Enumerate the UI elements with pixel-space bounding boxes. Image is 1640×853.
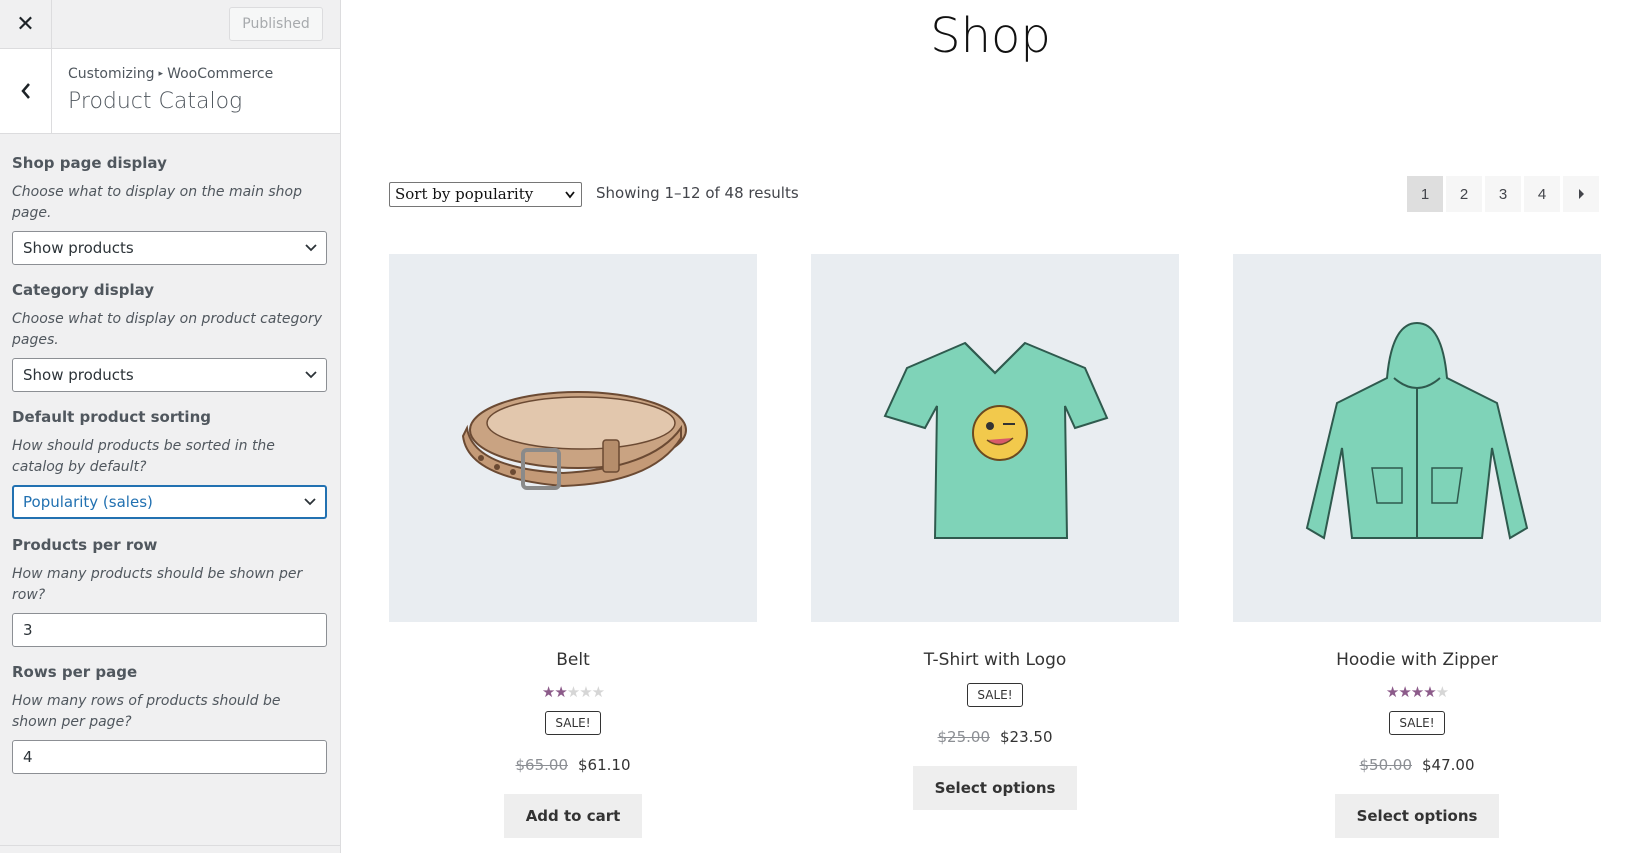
site-preview: Shop Sort by popularity Showing 1–12 of … — [341, 0, 1640, 853]
products-per-row-control: Products per row How many products shoul… — [12, 536, 328, 647]
chevron-down-icon — [305, 244, 317, 252]
section-title: Product Catalog — [68, 89, 243, 114]
product-card: Hoodie with Zipper ★★★★★ SALE! $50.00 $47… — [1233, 254, 1601, 838]
back-button[interactable] — [0, 49, 52, 133]
products-per-row-input[interactable]: 3 — [12, 613, 327, 647]
product-image[interactable] — [389, 254, 757, 622]
category-display-value: Show products — [23, 366, 134, 384]
product-price: $25.00 $23.50 — [811, 728, 1179, 746]
result-count: Showing 1–12 of 48 results — [596, 184, 799, 202]
star-icon: ★★ — [541, 684, 568, 701]
sort-select[interactable]: Sort by popularity — [389, 182, 582, 207]
star-empty-icon: ★ — [1435, 684, 1449, 701]
close-customizer-button[interactable]: ✕ — [0, 0, 52, 49]
product-price: $65.00 $61.10 — [389, 756, 757, 774]
chevron-down-icon — [305, 371, 317, 379]
star-rating: ★★★★★ — [1233, 683, 1601, 701]
product-name[interactable]: T-Shirt with Logo — [811, 650, 1179, 670]
star-rating: ★★★★★ — [389, 683, 757, 701]
old-price: $25.00 — [937, 728, 991, 746]
add-to-cart-button[interactable]: Add to cart — [503, 794, 643, 838]
default-sorting-control: Default product sorting How should produ… — [12, 408, 328, 519]
hoodie-image-icon — [1305, 321, 1529, 540]
breadcrumb-child: WooCommerce — [167, 66, 274, 82]
shop-display-select[interactable]: Show products — [12, 231, 327, 265]
customizer-sidebar: ✕ Published Customizing ▸ WooCommerce Prod… — [0, 0, 341, 853]
star-empty-icon: ★★★ — [566, 684, 605, 701]
category-display-label: Category display — [12, 281, 155, 299]
belt-image-icon — [461, 391, 687, 490]
rows-per-page-control: Rows per page How many rows of products … — [12, 663, 328, 774]
category-display-description: Choose what to display on product catego… — [12, 311, 323, 348]
chevron-down-icon — [565, 191, 575, 199]
sale-badge: SALE! — [545, 711, 601, 735]
sale-badge: SALE! — [967, 683, 1023, 707]
page-title: Shop — [930, 8, 1051, 64]
product-name[interactable]: Hoodie with Zipper — [1233, 650, 1601, 670]
sidebar-footer — [0, 845, 340, 853]
chevron-down-icon — [304, 498, 316, 506]
product-image[interactable] — [811, 254, 1179, 622]
page-link-4[interactable]: 4 — [1524, 176, 1560, 212]
products-per-row-label: Products per row — [12, 536, 158, 554]
product-price: $50.00 $47.00 — [1233, 756, 1601, 774]
category-display-select[interactable]: Show products — [12, 358, 327, 392]
sale-price: $61.10 — [578, 756, 631, 774]
sale-price: $23.50 — [1000, 728, 1053, 746]
close-icon: ✕ — [16, 12, 35, 37]
next-arrow-icon — [1579, 189, 1584, 199]
customizer-topbar: ✕ Published — [0, 0, 340, 49]
select-options-button[interactable]: Select options — [912, 766, 1078, 810]
category-display-control: Category display Choose what to display … — [12, 281, 328, 392]
product-name[interactable]: Belt — [389, 650, 757, 670]
sort-value: Sort by popularity — [395, 185, 534, 203]
rows-per-page-label: Rows per page — [12, 663, 138, 681]
old-price: $65.00 — [515, 756, 569, 774]
next-page-button[interactable] — [1563, 176, 1599, 212]
section-header: Customizing ▸ WooCommerce Product Catalog — [0, 49, 340, 134]
breadcrumb: Customizing ▸ WooCommerce — [68, 66, 273, 82]
product-image[interactable] — [1233, 254, 1601, 622]
shop-display-label: Shop page display — [12, 154, 167, 172]
publish-button[interactable]: Published — [229, 7, 323, 41]
rows-per-page-description: How many rows of products should be show… — [12, 693, 281, 730]
default-sorting-description: How should products be sorted in the cat… — [12, 438, 275, 475]
shop-display-value: Show products — [23, 239, 134, 257]
product-card: Belt ★★★★★ SALE! $65.00 $61.10 Add to car… — [389, 254, 757, 838]
star-icon: ★★★★ — [1385, 684, 1437, 701]
page-link-1[interactable]: 1 — [1407, 176, 1443, 212]
tshirt-image-icon — [883, 341, 1109, 539]
product-card: T-Shirt with Logo SALE! $25.00 $23.50 Sel… — [811, 254, 1179, 810]
page-link-3[interactable]: 3 — [1485, 176, 1521, 212]
shop-display-description: Choose what to display on the main shop … — [12, 184, 303, 221]
rows-per-page-input[interactable]: 4 — [12, 740, 327, 774]
select-options-button[interactable]: Select options — [1334, 794, 1500, 838]
default-sorting-label: Default product sorting — [12, 408, 211, 426]
breadcrumb-separator-icon: ▸ — [158, 69, 164, 79]
old-price: $50.00 — [1359, 756, 1413, 774]
chevron-left-icon — [20, 83, 30, 99]
products-per-row-description: How many products should be shown per ro… — [12, 566, 303, 603]
default-sorting-value: Popularity (sales) — [23, 493, 153, 511]
shop-display-control: Shop page display Choose what to display… — [12, 154, 328, 265]
page-link-2[interactable]: 2 — [1446, 176, 1482, 212]
breadcrumb-parent: Customizing — [68, 66, 155, 82]
sale-badge: SALE! — [1389, 711, 1445, 735]
sale-price: $47.00 — [1422, 756, 1475, 774]
default-sorting-select[interactable]: Popularity (sales) — [12, 485, 327, 519]
